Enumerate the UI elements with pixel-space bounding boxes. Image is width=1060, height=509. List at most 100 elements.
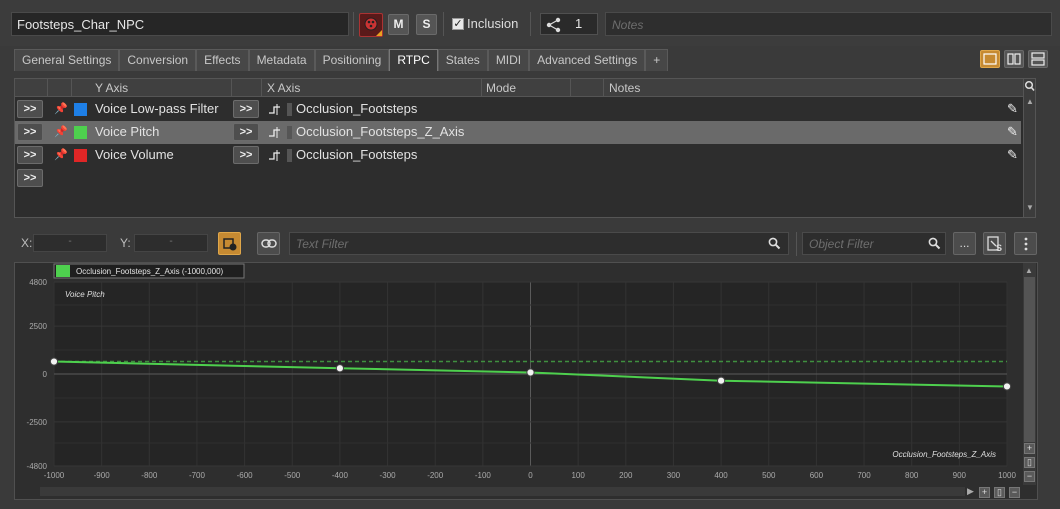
scroll-down-icon[interactable]: ▼	[1026, 203, 1034, 212]
fit-icon[interactable]: ▯	[994, 487, 1005, 498]
add-tab-button[interactable]: +	[645, 49, 669, 71]
search-icon	[768, 237, 781, 250]
tab-effects[interactable]: Effects	[196, 49, 249, 71]
goto-x-axis-button[interactable]: >>	[233, 100, 259, 118]
references-button[interactable]	[540, 13, 598, 35]
goto-x-axis-button[interactable]: >>	[233, 146, 259, 164]
scroll-track[interactable]	[40, 487, 965, 496]
y-tick-label: 0	[43, 370, 48, 379]
goto-y-axis-button[interactable]: >>	[17, 123, 43, 141]
x-coord-input[interactable]: -	[33, 234, 107, 252]
legend-label: Occlusion_Footsteps_Z_Axis (-1000,000)	[76, 267, 224, 276]
stacked-pane-icon	[1031, 52, 1045, 66]
zoom-in-icon[interactable]: +	[1024, 443, 1035, 454]
column-mode[interactable]: Mode	[486, 81, 516, 95]
column-divider	[603, 79, 604, 97]
curve-control-point[interactable]	[717, 376, 726, 385]
inclusion-checkbox[interactable]: ✓	[452, 18, 464, 30]
graph-vertical-scrollbar[interactable]: ▲ + ▯ −	[1023, 263, 1036, 485]
curve-control-point[interactable]	[1002, 382, 1012, 391]
table-row[interactable]: >> 📌 Voice Pitch >> Occlusion_Footsteps_…	[15, 121, 1021, 144]
single-pane-layout-button[interactable]	[980, 50, 1000, 68]
column-divider	[261, 79, 262, 97]
column-notes[interactable]: Notes	[609, 81, 640, 95]
x-tick-label: 700	[857, 471, 871, 480]
tab-positioning[interactable]: Positioning	[314, 49, 390, 71]
column-divider	[231, 79, 232, 97]
separator	[796, 232, 797, 256]
zoom-out-icon[interactable]: −	[1024, 471, 1035, 482]
tab-general-settings[interactable]: General Settings	[14, 49, 120, 71]
tab-bar: General Settings Conversion Effects Meta…	[14, 49, 669, 71]
edit-pencil-icon[interactable]: ✎	[1007, 101, 1018, 117]
x-tick-label: -700	[189, 471, 206, 480]
pin-icon[interactable]: 📌	[54, 125, 68, 138]
tab-midi[interactable]: MIDI	[487, 49, 530, 71]
snap-to-grid-button[interactable]	[218, 232, 241, 255]
tab-states[interactable]: States	[437, 49, 488, 71]
column-x-axis[interactable]: X Axis	[267, 81, 300, 95]
scroll-up-icon[interactable]: ▲	[1026, 97, 1034, 106]
x-tick-label: -100	[475, 471, 492, 480]
search-icon[interactable]	[1024, 80, 1035, 94]
pin-icon[interactable]: 📌	[54, 148, 68, 161]
column-divider	[47, 79, 48, 97]
link-button[interactable]	[257, 232, 280, 255]
param-indicator	[287, 126, 292, 139]
scroll-up-icon[interactable]: ▲	[1025, 266, 1033, 275]
tab-metadata[interactable]: Metadata	[248, 49, 315, 71]
rtpc-curve-graph[interactable]: -1000 -900 -800 -700 -600 -500 -400 -300 -200 -10…	[14, 262, 1024, 484]
curve-control-point[interactable]	[526, 368, 535, 377]
goto-x-axis-button[interactable]: >>	[233, 123, 259, 141]
curve-control-point[interactable]	[49, 357, 59, 366]
object-name-field[interactable]: Footsteps_Char_NPC	[11, 12, 349, 36]
mute-button[interactable]: M	[388, 14, 409, 35]
split-horizontal-layout-button[interactable]	[1004, 50, 1024, 68]
x-tick-label: 900	[953, 471, 967, 480]
scroll-thumb[interactable]	[1024, 277, 1035, 442]
y-coord-input[interactable]: -	[134, 234, 208, 252]
palette-icon	[364, 17, 382, 36]
pin-icon[interactable]: 📌	[54, 102, 68, 115]
solo-button[interactable]: S	[416, 14, 437, 35]
color-picker-button[interactable]	[359, 13, 383, 37]
param-indicator	[287, 103, 292, 116]
split-vertical-layout-button[interactable]	[1028, 50, 1048, 68]
column-y-axis[interactable]: Y Axis	[95, 81, 128, 95]
zoom-in-icon[interactable]: +	[979, 487, 990, 498]
tab-rtpc[interactable]: RTPC	[389, 49, 438, 71]
goto-y-axis-button[interactable]: >>	[17, 146, 43, 164]
more-options-button[interactable]	[1014, 232, 1037, 255]
fit-icon[interactable]: ▯	[1024, 457, 1035, 468]
x-axis-name: Occlusion_Footsteps_Z_Axis	[296, 124, 465, 139]
table-scrollbar[interactable]: ▲ ▼	[1023, 79, 1035, 217]
text-filter-input[interactable]: Text Filter	[289, 232, 789, 255]
edit-pencil-icon[interactable]: ✎	[1007, 147, 1018, 163]
y-axis-label: Voice Pitch	[65, 290, 105, 299]
object-filter-input[interactable]: Object Filter	[802, 232, 946, 255]
link-icon	[260, 239, 277, 248]
tab-conversion[interactable]: Conversion	[119, 49, 197, 71]
table-row[interactable]: >> 📌 Voice Low-pass Filter >> Occlusion_…	[15, 98, 1021, 121]
separator	[443, 12, 444, 36]
x-tick-label: 300	[667, 471, 681, 480]
zoom-out-icon[interactable]: −	[1009, 487, 1020, 498]
notes-field[interactable]: Notes	[605, 12, 1052, 36]
show-selected-button[interactable]: S	[983, 232, 1006, 255]
add-rtpc-button[interactable]: >>	[17, 169, 43, 187]
scroll-right-icon[interactable]: ▶	[967, 486, 974, 497]
tab-advanced-settings[interactable]: Advanced Settings	[529, 49, 646, 71]
y-tick-label: 4800	[29, 278, 47, 287]
curve-control-point[interactable]	[335, 364, 344, 373]
browse-button[interactable]: ...	[953, 232, 976, 255]
x-tick-label: -600	[237, 471, 254, 480]
curve-icon	[269, 150, 280, 161]
graph-horizontal-scrollbar[interactable]: ▶	[40, 485, 980, 498]
share-icon	[546, 17, 561, 33]
table-row[interactable]: >> 📌 Voice Volume >> Occlusion_Footsteps…	[15, 144, 1021, 167]
y-tick-label: -2500	[27, 418, 48, 427]
edit-pencil-icon[interactable]: ✎	[1007, 124, 1018, 140]
y-coord-label: Y:	[120, 236, 131, 250]
goto-y-axis-button[interactable]: >>	[17, 100, 43, 118]
x-tick-label: 800	[905, 471, 919, 480]
